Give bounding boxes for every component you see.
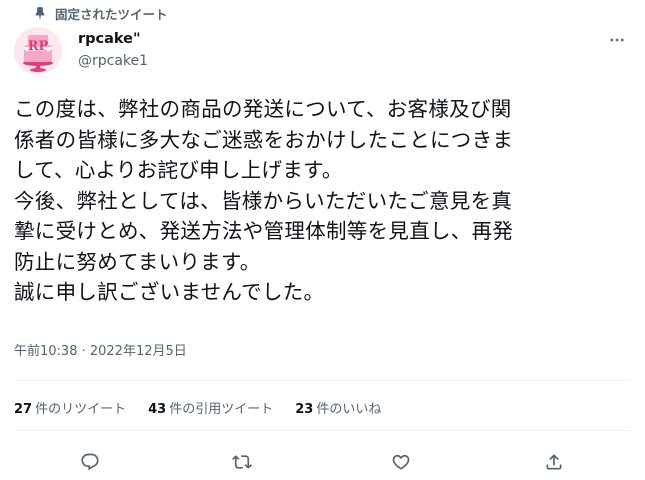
tweet-stats: 27 件のリツイート 43 件の引用ツイート 23 件のいいね	[14, 398, 403, 417]
like-icon	[392, 454, 410, 470]
like-count-link[interactable]: 23 件のいいね	[295, 398, 381, 417]
like-button[interactable]	[387, 448, 415, 476]
like-count-label: 件のいいね	[316, 402, 382, 417]
divider	[14, 430, 631, 431]
more-icon	[610, 38, 624, 42]
more-options-button[interactable]	[607, 30, 627, 50]
pin-icon	[33, 6, 47, 20]
author-name[interactable]: rpcake"	[78, 31, 141, 47]
retweet-icon	[232, 455, 252, 469]
tweet-card: 固定されたツイート RP rpcake" @rpcake1 この度は、弊社の商品…	[0, 0, 645, 480]
reply-button[interactable]	[76, 448, 104, 476]
quote-count-link[interactable]: 43 件の引用ツイート	[148, 398, 273, 417]
retweet-button[interactable]	[228, 448, 256, 476]
divider	[14, 380, 631, 381]
tweet-timestamp[interactable]: 午前10:38 · 2022年12月5日	[14, 340, 187, 359]
retweet-count-label: 件のリツイート	[35, 402, 127, 417]
action-bar	[0, 448, 645, 476]
avatar[interactable]: RP	[14, 27, 62, 75]
avatar-logo-text: RP	[27, 39, 49, 54]
retweet-count-link[interactable]: 27 件のリツイート	[14, 398, 126, 417]
reply-icon	[81, 453, 99, 471]
quote-count: 43	[148, 402, 167, 417]
tweet-text: この度は、弊社の商品の発送について、お客様及び関 係者の皆様に多大なご迷惑をおか…	[14, 97, 514, 304]
author-handle[interactable]: @rpcake1	[78, 53, 148, 69]
quote-count-label: 件の引用ツイート	[169, 402, 274, 417]
share-icon	[546, 454, 562, 470]
pinned-indicator: 固定されたツイート	[33, 4, 168, 22]
retweet-count: 27	[14, 402, 33, 417]
pinned-label: 固定されたツイート	[55, 6, 168, 22]
like-count: 23	[295, 402, 314, 417]
share-button[interactable]	[540, 448, 568, 476]
